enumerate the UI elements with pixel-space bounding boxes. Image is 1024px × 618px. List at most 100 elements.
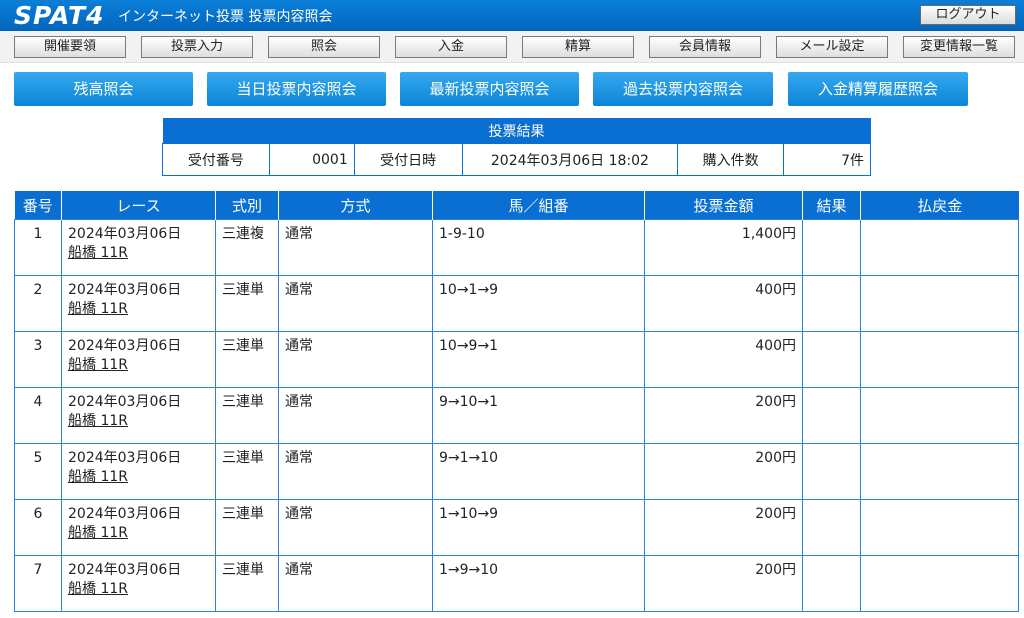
race-date: 2024年03月06日	[68, 338, 182, 354]
header-bar: SPAT4 インターネット投票 投票内容照会 ログアウト	[0, 0, 1024, 31]
purchase-count-label: 購入件数	[677, 143, 785, 176]
row-number: 7	[14, 555, 62, 612]
bet-method: 通常	[278, 331, 433, 388]
purchase-count-value: 7件	[783, 143, 871, 176]
bet-combination: 9→10→1	[432, 387, 645, 444]
row-number: 1	[14, 219, 62, 276]
bet-combination: 10→9→1	[432, 331, 645, 388]
bet-type: 三連複	[215, 219, 279, 276]
latest-bets-inquiry-button[interactable]: 最新投票内容照会	[400, 72, 579, 106]
row-number: 3	[14, 331, 62, 388]
deposit-history-inquiry-button[interactable]: 入金精算履歴照会	[788, 72, 968, 106]
race-cell: 2024年03月06日 船橋 11R	[61, 499, 216, 556]
today-bets-inquiry-button[interactable]: 当日投票内容照会	[207, 72, 386, 106]
bet-payout	[860, 443, 1019, 500]
col-header-method: 方式	[278, 191, 433, 220]
bet-type: 三連単	[215, 443, 279, 500]
page-title: インターネット投票 投票内容照会	[118, 9, 333, 25]
bet-method: 通常	[278, 499, 433, 556]
balance-inquiry-button[interactable]: 残高照会	[14, 72, 193, 106]
bet-method: 通常	[278, 219, 433, 276]
race-cell: 2024年03月06日 船橋 11R	[61, 219, 216, 276]
race-link[interactable]: 船橋 11R	[68, 525, 128, 541]
race-cell: 2024年03月06日 船橋 11R	[61, 443, 216, 500]
race-link[interactable]: 船橋 11R	[68, 245, 128, 261]
bet-result	[802, 555, 861, 612]
row-number: 2	[14, 275, 62, 332]
main-menu: 開催要領 投票入力 照会 入金 精算 会員情報 メール設定 変更情報一覧	[0, 31, 1024, 63]
menu-shoukai-button[interactable]: 照会	[268, 36, 380, 58]
row-number: 5	[14, 443, 62, 500]
bet-amount: 1,400円	[644, 219, 803, 276]
bet-method: 通常	[278, 555, 433, 612]
bet-combination: 1→10→9	[432, 499, 645, 556]
logout-button[interactable]: ログアウト	[920, 5, 1016, 25]
race-date: 2024年03月06日	[68, 450, 182, 466]
race-date: 2024年03月06日	[68, 226, 182, 242]
menu-nyukin-button[interactable]: 入金	[395, 36, 507, 58]
bet-type: 三連単	[215, 555, 279, 612]
bet-method: 通常	[278, 387, 433, 444]
bet-result	[802, 275, 861, 332]
bet-type: 三連単	[215, 275, 279, 332]
menu-kaiin-jouhou-button[interactable]: 会員情報	[649, 36, 761, 58]
col-header-no: 番号	[14, 191, 62, 220]
spat4-logo: SPAT4	[14, 1, 105, 30]
menu-kaisai-youryou-button[interactable]: 開催要領	[14, 36, 126, 58]
bet-details-table: 番号 レース 式別 方式 馬／組番 投票金額 結果 払戻金 1 2024年03月…	[14, 191, 1019, 612]
past-bets-inquiry-button[interactable]: 過去投票内容照会	[593, 72, 773, 106]
race-link[interactable]: 船橋 11R	[68, 357, 128, 373]
col-header-result: 結果	[802, 191, 861, 220]
bet-amount: 400円	[644, 275, 803, 332]
table-row: 1 2024年03月06日 船橋 11R 三連複 通常 1-9-10 1,400円	[14, 219, 1019, 276]
race-link[interactable]: 船橋 11R	[68, 581, 128, 597]
race-cell: 2024年03月06日 船橋 11R	[61, 387, 216, 444]
col-header-combination: 馬／組番	[432, 191, 645, 220]
race-date: 2024年03月06日	[68, 282, 182, 298]
bet-combination: 9→1→10	[432, 443, 645, 500]
bet-type: 三連単	[215, 387, 279, 444]
table-row: 2 2024年03月06日 船橋 11R 三連単 通常 10→1→9 400円	[14, 275, 1019, 332]
bet-amount: 200円	[644, 443, 803, 500]
bet-result	[802, 219, 861, 276]
bet-combination: 10→1→9	[432, 275, 645, 332]
bet-summary-table: 投票結果 受付番号 0001 受付日時 2024年03月06日 18:02 購入…	[162, 118, 871, 176]
menu-touhyou-nyuryoku-button[interactable]: 投票入力	[141, 36, 253, 58]
bet-payout	[860, 499, 1019, 556]
receipt-datetime-value: 2024年03月06日 18:02	[461, 143, 679, 176]
bet-payout	[860, 275, 1019, 332]
menu-henkou-jouhou-button[interactable]: 変更情報一覧	[903, 36, 1015, 58]
race-date: 2024年03月06日	[68, 506, 182, 522]
race-link[interactable]: 船橋 11R	[68, 301, 128, 317]
bet-result	[802, 499, 861, 556]
bet-result	[802, 443, 861, 500]
race-link[interactable]: 船橋 11R	[68, 469, 128, 485]
race-cell: 2024年03月06日 船橋 11R	[61, 555, 216, 612]
col-header-amount: 投票金額	[644, 191, 803, 220]
bet-payout	[860, 387, 1019, 444]
table-row: 3 2024年03月06日 船橋 11R 三連単 通常 10→9→1 400円	[14, 331, 1019, 388]
receipt-datetime-label: 受付日時	[353, 143, 463, 176]
race-link[interactable]: 船橋 11R	[68, 413, 128, 429]
summary-title: 投票結果	[162, 118, 871, 144]
race-cell: 2024年03月06日 船橋 11R	[61, 331, 216, 388]
bet-amount: 200円	[644, 387, 803, 444]
table-header-row: 番号 レース 式別 方式 馬／組番 投票金額 結果 払戻金	[14, 191, 1019, 220]
race-date: 2024年03月06日	[68, 562, 182, 578]
bet-result	[802, 331, 861, 388]
bet-payout	[860, 555, 1019, 612]
bet-payout	[860, 331, 1019, 388]
table-row: 6 2024年03月06日 船橋 11R 三連単 通常 1→10→9 200円	[14, 499, 1019, 556]
race-date: 2024年03月06日	[68, 394, 182, 410]
col-header-race: レース	[61, 191, 216, 220]
table-row: 4 2024年03月06日 船橋 11R 三連単 通常 9→10→1 200円	[14, 387, 1019, 444]
bet-amount: 200円	[644, 555, 803, 612]
row-number: 4	[14, 387, 62, 444]
bet-combination: 1-9-10	[432, 219, 645, 276]
bet-payout	[860, 219, 1019, 276]
menu-mail-settei-button[interactable]: メール設定	[776, 36, 888, 58]
col-header-type: 式別	[215, 191, 279, 220]
bet-type: 三連単	[215, 499, 279, 556]
race-cell: 2024年03月06日 船橋 11R	[61, 275, 216, 332]
menu-seisan-button[interactable]: 精算	[522, 36, 634, 58]
